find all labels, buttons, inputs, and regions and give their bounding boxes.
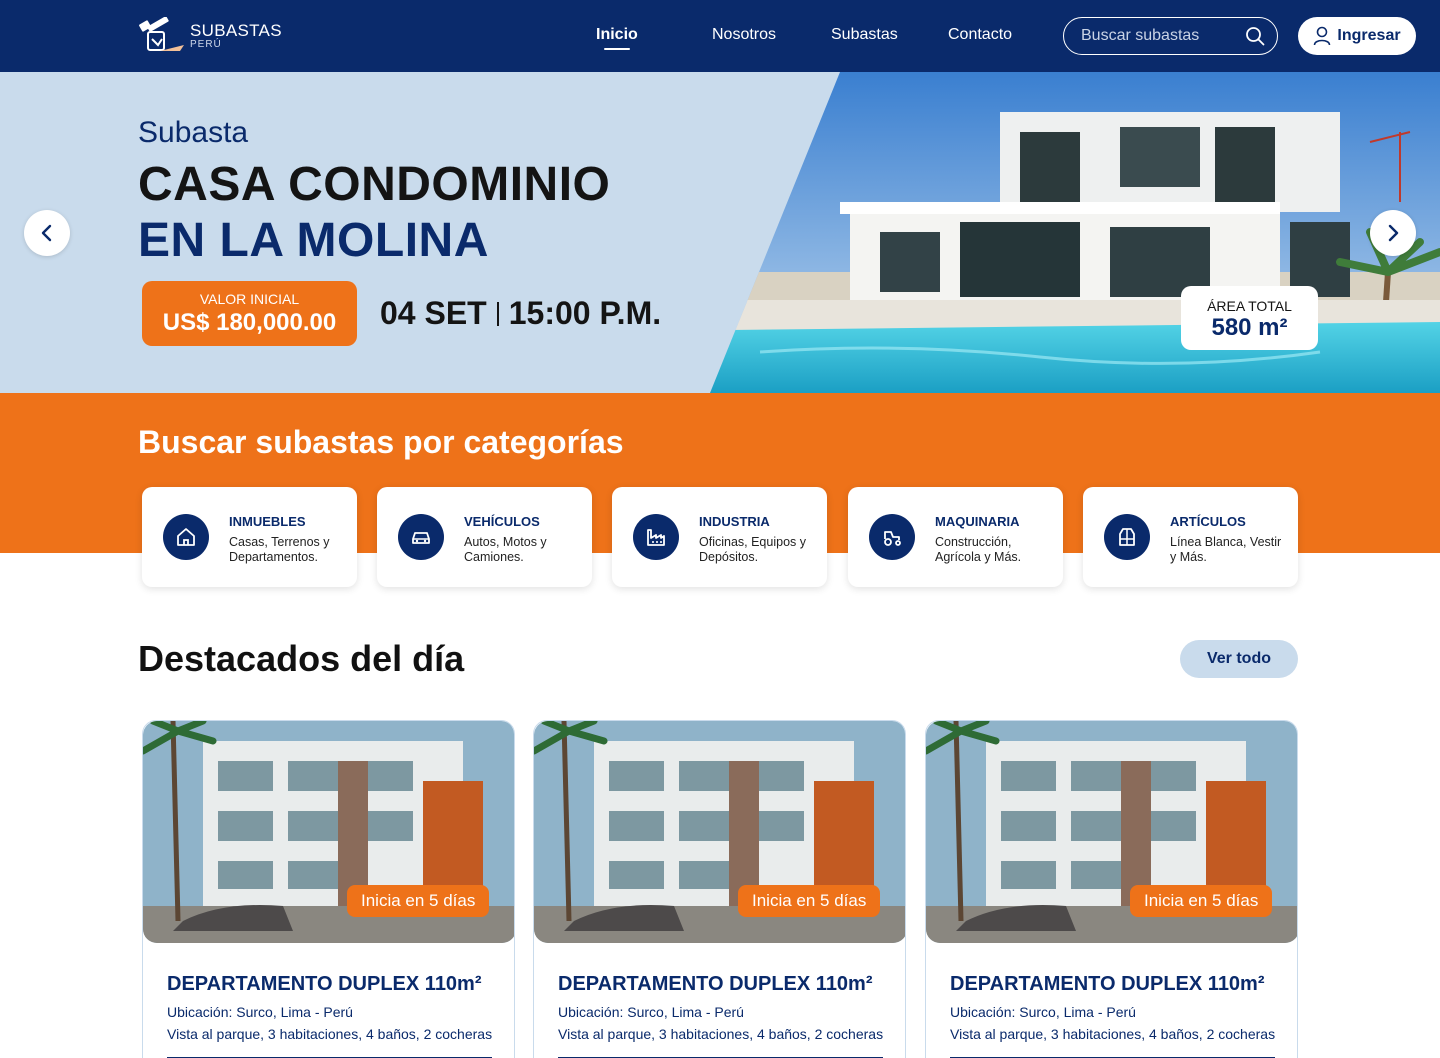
brand-name: SUBASTAS [190,21,282,40]
category-desc: Construcción, Agrícola y Más. [935,535,1022,564]
card-location: Ubicación: Surco, Lima - Perú [167,1004,353,1020]
hero-kicker: Subasta [138,116,249,149]
chevron-left-icon [41,224,52,242]
category-desc: Casas, Terrenos y Departamentos. [229,535,330,564]
card-description: Vista al parque, 3 habitaciones, 4 baños… [558,1026,884,1042]
categories-heading: Buscar subastas por categorías [138,424,624,461]
category-card-articulos[interactable]: ARTÍCULOS Línea Blanca, Vestir y Más. [1083,487,1298,587]
auction-time: 15:00 P.M. [508,295,662,331]
brand-sub: PERÚ [190,39,222,50]
nav-link-contacto[interactable]: Contacto [948,26,1012,44]
search-input[interactable]: Buscar subastas [1063,17,1278,55]
carousel-next-button[interactable] [1370,210,1416,256]
category-desc: Oficinas, Equipos y Depósitos. [699,535,806,564]
card-title[interactable]: DEPARTAMENTO DUPLEX 110m² [167,973,482,996]
tractor-icon [869,514,915,560]
category-card-vehiculos[interactable]: VEHÍCULOS Autos, Motos y Camiones. [377,487,592,587]
factory-icon [633,514,679,560]
top-navbar: SUBASTAS PERÚ Inicio Nosotros Subastas C… [0,0,1440,72]
hero-title-line1: CASA CONDOMINIO [138,158,611,211]
auction-card[interactable]: Inicia en 5 días DEPARTAMENTO DUPLEX 110… [925,720,1298,1058]
category-title: ARTÍCULOS [1170,514,1246,529]
card-location: Ubicación: Surco, Lima - Perú [558,1004,744,1020]
chevron-right-icon [1388,224,1399,242]
price-label: VALOR INICIAL [199,291,300,307]
total-area-badge: ÁREA TOTAL 580 m² [1181,286,1318,350]
category-card-inmuebles[interactable]: INMUEBLES Casas, Terrenos y Departamento… [142,487,357,587]
nav-link-subastas[interactable]: Subastas [831,26,898,44]
appliance-icon [1104,514,1150,560]
login-button[interactable]: Ingresar [1298,17,1416,55]
starts-in-badge: Inicia en 5 días [738,885,881,917]
see-all-button[interactable]: Ver todo [1180,640,1298,678]
starting-price-badge: VALOR INICIAL US$ 180,000.00 [142,281,357,346]
brand-logo[interactable]: SUBASTAS PERÚ [138,16,288,56]
car-icon [398,514,444,560]
auction-card[interactable]: Inicia en 5 días DEPARTAMENTO DUPLEX 110… [533,720,906,1058]
category-desc: Línea Blanca, Vestir y Más. [1170,535,1282,564]
area-label: ÁREA TOTAL [1207,298,1292,314]
category-title: MAQUINARIA [935,514,1020,529]
category-desc: Autos, Motos y Camiones. [464,535,547,564]
hero-title-line2: EN LA MOLINA [138,214,489,267]
carousel-prev-button[interactable] [24,210,70,256]
category-card-maquinaria[interactable]: MAQUINARIA Construcción, Agrícola y Más. [848,487,1063,587]
nav-active-indicator [604,48,630,50]
auction-card[interactable]: Inicia en 5 días DEPARTAMENTO DUPLEX 110… [142,720,515,1058]
card-location: Ubicación: Surco, Lima - Perú [950,1004,1136,1020]
nav-link-inicio[interactable]: Inicio [596,26,638,44]
user-icon [1314,26,1331,46]
house-icon [163,514,209,560]
categories-heading-bold: por categorías [403,424,624,460]
gavel-logo-icon [139,17,184,51]
category-title: INMUEBLES [229,514,306,529]
search-placeholder: Buscar subastas [1081,27,1200,44]
card-title[interactable]: DEPARTAMENTO DUPLEX 110m² [950,973,1265,996]
category-title: INDUSTRIA [699,514,770,529]
hero-banner: Subasta CASA CONDOMINIO EN LA MOLINA VAL… [0,72,1440,393]
featured-heading: Destacados del día [138,638,465,679]
category-title: VEHÍCULOS [464,514,540,529]
price-value: US$ 180,000.00 [162,309,337,336]
date-separator [496,301,499,326]
starts-in-badge: Inicia en 5 días [347,885,490,917]
auction-datetime: 04 SET 15:00 P.M. [380,295,661,332]
category-card-industria[interactable]: INDUSTRIA Oficinas, Equipos y Depósitos. [612,487,827,587]
nav-link-nosotros[interactable]: Nosotros [712,26,776,44]
starts-in-badge: Inicia en 5 días [1130,885,1273,917]
area-value: 580 m² [1211,314,1288,341]
auction-date: 04 SET [380,295,487,331]
card-description: Vista al parque, 3 habitaciones, 4 baños… [950,1026,1276,1042]
card-title[interactable]: DEPARTAMENTO DUPLEX 110m² [558,973,873,996]
card-description: Vista al parque, 3 habitaciones, 4 baños… [167,1026,493,1042]
login-label: Ingresar [1337,27,1401,44]
search-icon[interactable] [1245,26,1265,46]
categories-heading-light: Buscar subastas [138,424,395,460]
